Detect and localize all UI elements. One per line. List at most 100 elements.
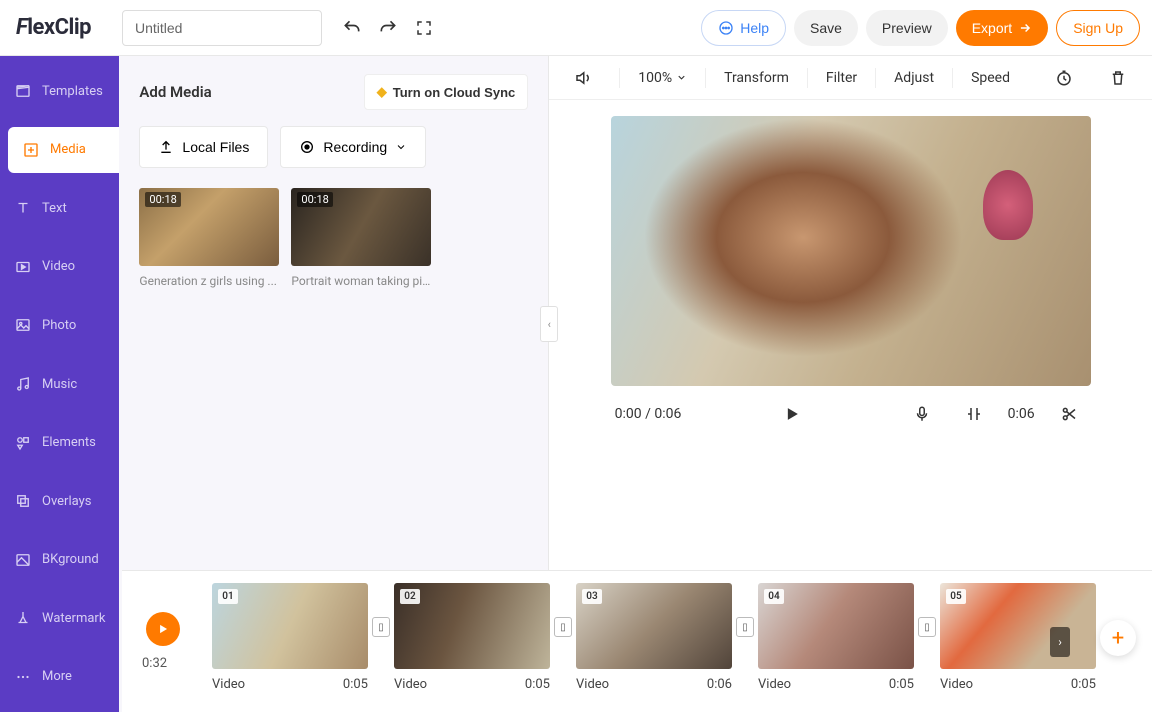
sidebar-item-more[interactable]: More <box>0 653 119 700</box>
signup-button[interactable]: Sign Up <box>1056 10 1140 46</box>
music-icon <box>14 375 32 393</box>
add-clip-button[interactable]: + <box>1100 620 1136 656</box>
delete-button[interactable] <box>1100 60 1136 96</box>
sidebar-label: Watermark <box>42 611 105 626</box>
clip-type: Video <box>394 677 427 692</box>
clip-number: 05 <box>946 589 966 604</box>
sidebar-label: More <box>42 669 72 684</box>
record-icon <box>299 139 315 155</box>
clip-type: Video <box>576 677 609 692</box>
timeline-clip[interactable]: 03 Video0:06 <box>576 583 732 692</box>
voiceover-button[interactable] <box>904 396 940 432</box>
redo-button[interactable] <box>370 10 406 46</box>
timeline: 0:32 01 Video 0:05 ▯ 02 Video0:05 ▯ 03 Vi… <box>122 570 1152 712</box>
sidebar-item-photo[interactable]: Photo <box>0 302 119 349</box>
media-caption: Portrait woman taking pi... <box>291 274 431 288</box>
sidebar-item-templates[interactable]: Templates <box>0 68 119 115</box>
sidebar-item-watermark[interactable]: Watermark <box>0 595 119 642</box>
sidebar-label: Music <box>42 377 77 392</box>
overlays-icon <box>14 492 32 510</box>
recording-label: Recording <box>323 139 387 155</box>
more-icon <box>14 668 32 686</box>
help-label: Help <box>740 20 769 36</box>
transition-button[interactable]: ▯ <box>554 617 572 637</box>
elements-icon <box>14 434 32 452</box>
timeline-next-button[interactable]: › <box>1050 627 1070 657</box>
clip-number: 04 <box>764 589 784 604</box>
timeline-clip[interactable]: 01 Video 0:05 <box>212 583 368 692</box>
clip-duration: 0:05 <box>1071 677 1096 692</box>
chevron-down-icon <box>676 72 687 83</box>
transition-button[interactable]: ▯ <box>918 617 936 637</box>
timeline-clip[interactable]: 02 Video0:05 <box>394 583 550 692</box>
arrow-right-icon <box>1018 21 1032 35</box>
media-item[interactable]: 00:18 Portrait woman taking pi... <box>291 188 431 288</box>
chevron-down-icon <box>395 141 407 153</box>
media-item[interactable]: 00:18 Generation z girls using ... <box>139 188 279 288</box>
filter-button[interactable]: Filter <box>826 70 857 86</box>
brand-logo: FlexClip <box>12 15 122 40</box>
undo-button[interactable] <box>334 10 370 46</box>
media-icon <box>22 141 40 159</box>
sidebar-label: Video <box>42 259 75 274</box>
sidebar-label: Elements <box>42 435 96 450</box>
project-title-input[interactable] <box>122 10 322 46</box>
preview-button[interactable]: Preview <box>866 10 948 46</box>
sidebar-label: Templates <box>42 84 103 99</box>
export-button[interactable]: Export <box>956 10 1048 46</box>
transition-button[interactable]: ▯ <box>372 617 390 637</box>
gem-icon: ◆ <box>377 84 387 100</box>
help-button[interactable]: Help <box>701 10 786 46</box>
cloud-sync-button[interactable]: ◆ Turn on Cloud Sync <box>364 74 529 110</box>
clip-number: 03 <box>582 589 602 604</box>
templates-icon <box>14 82 32 100</box>
background-icon <box>14 551 32 569</box>
split-button[interactable] <box>956 396 992 432</box>
panel-collapse-handle[interactable]: ‹ <box>540 306 558 342</box>
timeline-total-time: 0:32 <box>142 656 167 671</box>
sidebar-item-video[interactable]: Video <box>0 244 119 291</box>
video-canvas[interactable] <box>611 116 1091 386</box>
speed-button[interactable]: Speed <box>971 70 1010 86</box>
play-button[interactable] <box>774 396 810 432</box>
topbar: FlexClip Help Save Preview Export Sign U… <box>0 0 1152 56</box>
clip-duration: 0:05 <box>889 677 914 692</box>
recording-button[interactable]: Recording <box>280 126 426 168</box>
video-icon <box>14 258 32 276</box>
adjust-button[interactable]: Adjust <box>894 70 934 86</box>
clip-type: Video <box>940 677 973 692</box>
sidebar-item-media[interactable]: Media <box>8 127 119 174</box>
zoom-value: 100% <box>638 70 672 86</box>
sidebar-label: Text <box>42 201 67 216</box>
preview-label: Preview <box>882 20 932 36</box>
sidebar-item-text[interactable]: Text <box>0 185 119 232</box>
zoom-dropdown[interactable]: 100% <box>638 70 687 86</box>
sidebar-label: Photo <box>42 318 76 333</box>
volume-button[interactable] <box>565 60 601 96</box>
sidebar-item-elements[interactable]: Elements <box>0 419 119 466</box>
text-icon <box>14 199 32 217</box>
export-label: Export <box>972 20 1012 36</box>
panel-heading: Add Media <box>139 83 211 101</box>
sidebar-item-background[interactable]: BKground <box>0 536 119 583</box>
clip-end-time: 0:06 <box>1008 406 1035 422</box>
chat-icon <box>718 20 734 36</box>
clip-type: Video <box>212 677 245 692</box>
trim-button[interactable] <box>1051 396 1087 432</box>
local-files-button[interactable]: Local Files <box>139 126 268 168</box>
clip-duration: 0:05 <box>343 677 368 692</box>
timeline-play-button[interactable] <box>146 612 180 646</box>
sidebar-item-music[interactable]: Music <box>0 361 119 408</box>
signup-label: Sign Up <box>1073 20 1123 36</box>
duration-button[interactable] <box>1046 60 1082 96</box>
sidebar-item-overlays[interactable]: Overlays <box>0 478 119 525</box>
watermark-icon <box>14 609 32 627</box>
transition-button[interactable]: ▯ <box>736 617 754 637</box>
transform-button[interactable]: Transform <box>724 70 789 86</box>
timeline-clip[interactable]: 04 Video0:05 <box>758 583 914 692</box>
fullscreen-button[interactable] <box>406 10 442 46</box>
sidebar-label: BKground <box>42 552 99 567</box>
timeline-clip[interactable]: 05 Video 0:05 <box>940 583 1096 692</box>
clip-number: 01 <box>218 589 238 604</box>
save-button[interactable]: Save <box>794 10 858 46</box>
